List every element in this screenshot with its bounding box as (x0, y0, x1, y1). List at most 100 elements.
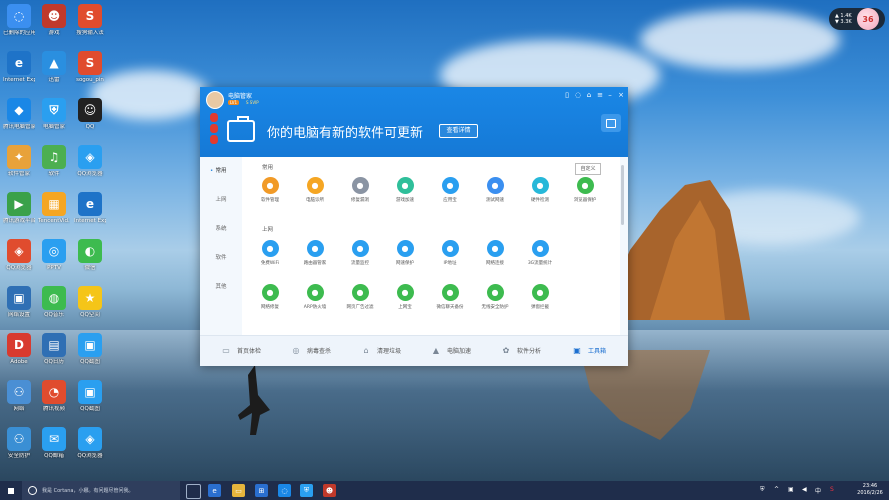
tool-item[interactable]: ● 游戏加速 (383, 177, 427, 203)
shortcut-label: 软件管家 (7, 171, 30, 177)
start-button[interactable] (0, 481, 22, 500)
desktop-shortcut[interactable]: e Internet Explorer (74, 192, 106, 225)
store-icon[interactable]: ⊞ (255, 484, 268, 497)
shortcut-label: 腾讯电脑管家 (3, 124, 35, 130)
file-explorer-icon[interactable]: ▭ (232, 484, 245, 497)
desktop-shortcut[interactable]: ☺ QQ (74, 98, 106, 131)
tool-item[interactable]: ● ARP防火墙 (293, 284, 337, 310)
minimize-icon[interactable]: – (605, 90, 615, 100)
tool-item[interactable]: ● 网速保护 (383, 240, 427, 266)
desktop-shortcut[interactable]: ⛨ 电脑管家 (38, 98, 70, 131)
desktop-shortcut[interactable]: ◆ 腾讯电脑管家 (3, 98, 35, 131)
desktop-shortcut[interactable]: ◔ 腾讯视频 (38, 380, 70, 413)
desktop-shortcut[interactable]: ✉ QQ邮箱 (38, 427, 70, 460)
tool-item[interactable]: ● 网页广告过滤 (338, 284, 382, 310)
tool-item[interactable]: ● 浏览器保护 (563, 177, 607, 203)
desktop-shortcut[interactable]: ◌ 已删除的应用 (3, 4, 35, 37)
task-view-icon[interactable] (186, 484, 201, 499)
tool-item[interactable]: ● 修复漏洞 (338, 177, 382, 203)
desktop-shortcut[interactable]: ▲ 迅雷 (38, 51, 70, 84)
shield-taskbar-icon[interactable]: ⛨ (300, 484, 313, 497)
virus-scan-icon: ◎ (292, 345, 300, 355)
tool-item[interactable]: ● 网络修复 (248, 284, 292, 310)
tray-sogou-icon[interactable]: S (830, 486, 834, 493)
speed-ball[interactable]: 36 (857, 8, 879, 30)
sidebar-toggle-button[interactable] (601, 114, 621, 132)
tool-item[interactable]: ● 路由器管家 (293, 240, 337, 266)
customize-button[interactable]: 自定义 (575, 163, 601, 175)
desktop-shortcut[interactable]: ◎ PPTV (38, 239, 70, 272)
speed-widget[interactable]: ▲ 1.4K ▼ 3.3K 36 (829, 8, 885, 30)
bottom-nav-item[interactable]: ◎ 病毒查杀 (290, 344, 332, 356)
bottom-nav-item[interactable]: ▣ 工具箱 (571, 344, 606, 356)
skin-icon[interactable]: ◌ (573, 90, 583, 100)
desktop-shortcut[interactable]: ⚇ 安全防护 (3, 427, 35, 460)
tool-item[interactable]: ● 3G流量统计 (518, 240, 562, 266)
desktop-shortcut[interactable]: ♫ 软件 (38, 145, 70, 178)
bottom-nav-item[interactable]: ▭ 首页体检 (220, 344, 261, 356)
desktop-shortcut[interactable]: ✦ 软件管家 (3, 145, 35, 178)
desktop-shortcut[interactable]: e Internet Explorer (3, 51, 35, 84)
phone-icon[interactable]: ▯ (562, 90, 572, 100)
sidebar-item-common[interactable]: 常用 (200, 157, 242, 185)
bottom-nav-item[interactable]: ▲ 电脑加速 (430, 344, 471, 356)
tool-item[interactable]: ● 应用宝 (428, 177, 472, 203)
tool-item[interactable]: ● 软件管理 (248, 177, 292, 203)
view-details-button[interactable]: 查看详情 (439, 124, 478, 138)
clock[interactable]: 23:46 2016/2/26 (852, 483, 888, 497)
pc-manager-taskbar-icon[interactable]: ◌ (278, 484, 291, 497)
desktop-shortcut[interactable]: ◐ 微信 (74, 239, 106, 272)
desktop-shortcut[interactable]: ▤ QQ日历 (38, 333, 70, 366)
vip-badge[interactable]: S SVIP (246, 100, 259, 105)
level-badge[interactable]: LV1 (228, 100, 240, 105)
tool-item[interactable]: ● IP地址 (428, 240, 472, 266)
shortcut-label: 软件 (48, 171, 60, 177)
menu-icon[interactable]: ≡ (595, 90, 605, 100)
sidebar-item-internet[interactable]: 上网 (200, 186, 242, 214)
tray-network-icon[interactable]: ▣ (788, 486, 794, 493)
scrollbar[interactable] (621, 165, 624, 225)
sidebar-item-system[interactable]: 系统 (200, 215, 242, 243)
desktop-shortcut[interactable]: ▦ TencentVid... (38, 192, 70, 225)
desktop-shortcut[interactable]: ▣ QQ截图 (74, 380, 106, 413)
tool-item[interactable]: ● 免费WiFi (248, 240, 292, 266)
close-icon[interactable]: × (616, 90, 626, 100)
tool-item[interactable]: ● 网络连接 (473, 240, 517, 266)
tool-item[interactable]: ● 微信聊天备份 (428, 284, 472, 310)
tray-chevron-icon[interactable]: ^ (774, 486, 779, 493)
edge-icon[interactable]: e (208, 484, 221, 497)
shirt-icon[interactable]: ⌂ (584, 90, 594, 100)
sidebar-item-software[interactable]: 软件 (200, 244, 242, 272)
bottom-nav-item[interactable]: ⌂ 清理垃圾 (360, 344, 401, 356)
desktop-shortcut[interactable]: ⚇ 网络 (3, 380, 35, 413)
desktop-shortcut[interactable]: ◍ QQ音乐 (38, 286, 70, 319)
tray-volume-icon[interactable]: ◀ (802, 486, 807, 493)
tool-item[interactable]: ● 流量监控 (338, 240, 382, 266)
cortana-placeholder: 我是 Cortana，小娜。有问题尽管问我。 (42, 488, 134, 494)
desktop-shortcut[interactable]: Ssogou_pin (74, 51, 106, 84)
tool-item[interactable]: ● 无线安全防护 (473, 284, 517, 310)
avatar[interactable] (206, 91, 224, 109)
sidebar-item-other[interactable]: 其他 (200, 273, 242, 301)
desktop-shortcut[interactable]: ▣ 网络设置 (3, 286, 35, 319)
tool-item[interactable]: ● 测试网速 (473, 177, 517, 203)
game-taskbar-icon[interactable]: ☻ (323, 484, 336, 497)
tray-lang[interactable]: 中 (815, 486, 821, 495)
tool-item[interactable]: ● 弹窗拦截 (518, 284, 562, 310)
tray-shield-icon[interactable]: ⛨ (760, 486, 765, 494)
desktop-shortcut[interactable]: ◈ QQ浏览器 (74, 145, 106, 178)
desktop-shortcut[interactable]: ▣ QQ截图 (74, 333, 106, 366)
tool-item[interactable]: ● 上网宝 (383, 284, 427, 310)
tool-item[interactable]: ● 电脑诊所 (293, 177, 337, 203)
desktop-shortcut[interactable]: ▶ 腾讯游戏平台 (3, 192, 35, 225)
bottom-nav-item[interactable]: ✿ 软件分析 (500, 344, 541, 356)
desktop-shortcut[interactable]: ◈ QQ浏览器 (3, 239, 35, 272)
desktop-shortcut[interactable]: D Adobe (3, 333, 35, 366)
title-bar[interactable]: 电脑管家 LV1 S SVIP ▯ ◌ ⌂ ≡ – × (200, 87, 628, 109)
cortana-search[interactable]: 我是 Cortana，小娜。有问题尽管问我。 (22, 481, 180, 500)
desktop-shortcut[interactable]: S 搜狗输入法 (74, 4, 106, 37)
desktop-shortcut[interactable]: ★ QQ空间 (74, 286, 106, 319)
tool-item[interactable]: ● 硬件检测 (518, 177, 562, 203)
desktop-shortcut[interactable]: ☻ 游戏 (38, 4, 70, 37)
desktop-shortcut[interactable]: ◈ QQ浏览器 (74, 427, 106, 460)
